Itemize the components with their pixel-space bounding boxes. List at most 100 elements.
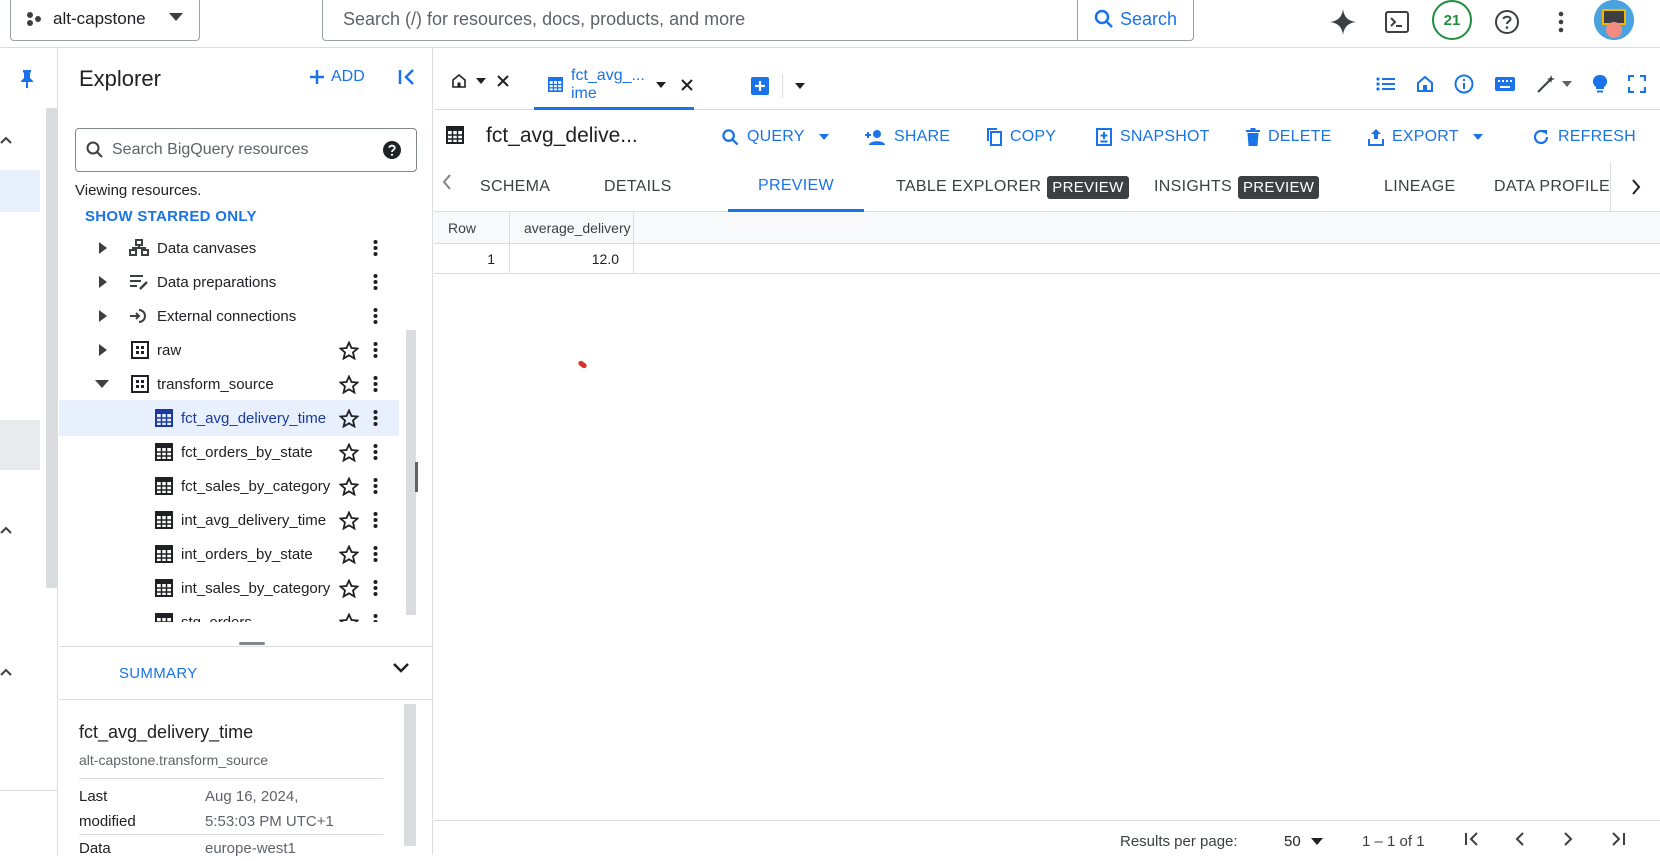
- chevron-up-icon[interactable]: [0, 136, 12, 144]
- close-icon[interactable]: [680, 78, 694, 92]
- tree-item-transform-source[interactable]: transform_source: [59, 366, 399, 402]
- more-vert-icon[interactable]: [373, 273, 378, 291]
- avatar[interactable]: [1594, 0, 1634, 40]
- copy-button[interactable]: COPY: [986, 128, 1056, 146]
- help-icon[interactable]: [382, 140, 402, 160]
- star-icon[interactable]: [339, 408, 359, 428]
- more-vert-icon[interactable]: [1543, 4, 1579, 40]
- help-icon[interactable]: [1489, 4, 1525, 40]
- export-button[interactable]: EXPORT: [1368, 128, 1483, 146]
- tree-item-raw[interactable]: raw: [59, 332, 399, 368]
- fullscreen-icon[interactable]: [1628, 75, 1646, 93]
- column-header[interactable]: Row: [434, 212, 510, 244]
- more-vert-icon[interactable]: [373, 341, 378, 359]
- tree-item-stg-orders[interactable]: stg_orders: [59, 604, 399, 622]
- next-page-icon[interactable]: [1562, 831, 1574, 847]
- tree-item-external-connections[interactable]: External connections: [59, 298, 399, 334]
- add-box-icon[interactable]: [750, 76, 770, 96]
- chevron-down-icon[interactable]: [393, 663, 409, 673]
- more-vert-icon[interactable]: [373, 375, 378, 393]
- results-per-page-select[interactable]: 50: [1284, 833, 1323, 850]
- home-icon[interactable]: [1416, 75, 1434, 93]
- tab-lineage[interactable]: LINEAGE: [1374, 162, 1465, 212]
- query-button[interactable]: QUERY: [722, 128, 829, 146]
- scrollbar[interactable]: [404, 704, 416, 846]
- tree-item-int-sales-by-category[interactable]: int_sales_by_category: [59, 570, 399, 606]
- chevron-right-icon[interactable]: [99, 276, 115, 288]
- project-picker[interactable]: alt-capstone: [10, 0, 200, 41]
- info-icon[interactable]: [1454, 74, 1474, 94]
- chevron-down-icon[interactable]: [656, 81, 666, 88]
- more-vert-icon[interactable]: [373, 409, 378, 427]
- close-icon[interactable]: [496, 74, 510, 88]
- tab-preview[interactable]: PREVIEW: [728, 162, 864, 212]
- tab-schema[interactable]: SCHEMA: [470, 162, 560, 212]
- star-icon[interactable]: [339, 476, 359, 496]
- tab-data-profile[interactable]: DATA PROFILE: [1484, 162, 1620, 212]
- search-button[interactable]: Search: [1077, 0, 1193, 40]
- search-input[interactable]: Search (/) for resources, docs, products…: [323, 9, 1077, 30]
- table-cell[interactable]: 12.0: [510, 244, 634, 274]
- tab-table-explorer[interactable]: TABLE EXPLORER PREVIEW: [886, 162, 1139, 212]
- tree-item-fct-avg-delivery-time[interactable]: fct_avg_delivery_time: [59, 400, 399, 436]
- more-vert-icon[interactable]: [373, 443, 378, 461]
- first-page-icon[interactable]: [1464, 831, 1480, 847]
- more-vert-icon[interactable]: [373, 511, 378, 529]
- chevron-right-icon[interactable]: [1610, 162, 1660, 212]
- chevron-down-icon[interactable]: [476, 78, 486, 84]
- rail-item[interactable]: [0, 420, 40, 470]
- star-icon[interactable]: [339, 612, 359, 622]
- list-icon[interactable]: [1376, 76, 1396, 92]
- share-button[interactable]: SHARE: [864, 128, 950, 146]
- chevron-right-icon[interactable]: [99, 344, 115, 356]
- more-vert-icon[interactable]: [373, 239, 378, 257]
- cloud-shell-icon[interactable]: [1379, 4, 1415, 40]
- snapshot-button[interactable]: SNAPSHOT: [1096, 128, 1210, 146]
- star-icon[interactable]: [339, 374, 359, 394]
- global-search[interactable]: Search (/) for resources, docs, products…: [322, 0, 1194, 41]
- resize-handle[interactable]: [415, 462, 418, 492]
- chevron-down-icon[interactable]: [95, 380, 111, 388]
- star-icon[interactable]: [339, 578, 359, 598]
- lightbulb-icon[interactable]: [1592, 74, 1608, 94]
- tree-item-fct-sales-by-category[interactable]: fct_sales_by_category: [59, 468, 399, 504]
- tree-item-data-canvases[interactable]: Data canvases: [59, 230, 399, 266]
- tab-home[interactable]: [452, 74, 510, 88]
- magic-wand-icon[interactable]: [1536, 74, 1572, 94]
- more-vert-icon[interactable]: [373, 307, 378, 325]
- pin-icon[interactable]: [20, 70, 34, 88]
- new-tab-button[interactable]: [750, 74, 805, 98]
- explorer-search-field[interactable]: Search BigQuery resources: [75, 128, 417, 172]
- chevron-up-icon[interactable]: [0, 668, 12, 676]
- show-starred-link[interactable]: SHOW STARRED ONLY: [85, 208, 257, 225]
- tree-item-int-orders-by-state[interactable]: int_orders_by_state: [59, 536, 399, 572]
- explorer-search-input[interactable]: Search BigQuery resources: [112, 141, 309, 159]
- summary-header[interactable]: SUMMARY: [119, 665, 198, 682]
- tree-item-data-preparations[interactable]: Data preparations: [59, 264, 399, 300]
- star-icon[interactable]: [339, 510, 359, 530]
- star-icon[interactable]: [339, 340, 359, 360]
- chevron-right-icon[interactable]: [99, 310, 115, 322]
- more-vert-icon[interactable]: [373, 545, 378, 563]
- rail-item-active[interactable]: [0, 170, 40, 212]
- last-page-icon[interactable]: [1610, 831, 1626, 847]
- tree-item-fct-orders-by-state[interactable]: fct_orders_by_state: [59, 434, 399, 470]
- tab-insights[interactable]: INSIGHTS PREVIEW: [1144, 162, 1329, 212]
- delete-button[interactable]: DELETE: [1246, 128, 1331, 146]
- refresh-button[interactable]: REFRESH: [1532, 128, 1636, 146]
- star-icon[interactable]: [339, 544, 359, 564]
- scrollbar[interactable]: [46, 108, 58, 588]
- column-header[interactable]: average_delivery: [510, 212, 634, 244]
- more-vert-icon[interactable]: [373, 477, 378, 495]
- tree-item-int-avg-delivery-time[interactable]: int_avg_delivery_time: [59, 502, 399, 538]
- more-vert-icon[interactable]: [373, 613, 378, 622]
- add-button[interactable]: ADD: [309, 68, 365, 86]
- drag-handle[interactable]: [239, 642, 265, 645]
- keyboard-icon[interactable]: [1494, 76, 1516, 92]
- tab-fct-avg-delivery-time[interactable]: fct_avg_... ime: [534, 62, 694, 110]
- chevron-right-icon[interactable]: [99, 242, 115, 254]
- notifications-badge[interactable]: 21: [1432, 0, 1472, 40]
- collapse-panel-icon[interactable]: [397, 68, 417, 86]
- chevron-up-icon[interactable]: [0, 526, 12, 534]
- gemini-icon[interactable]: [1325, 4, 1361, 40]
